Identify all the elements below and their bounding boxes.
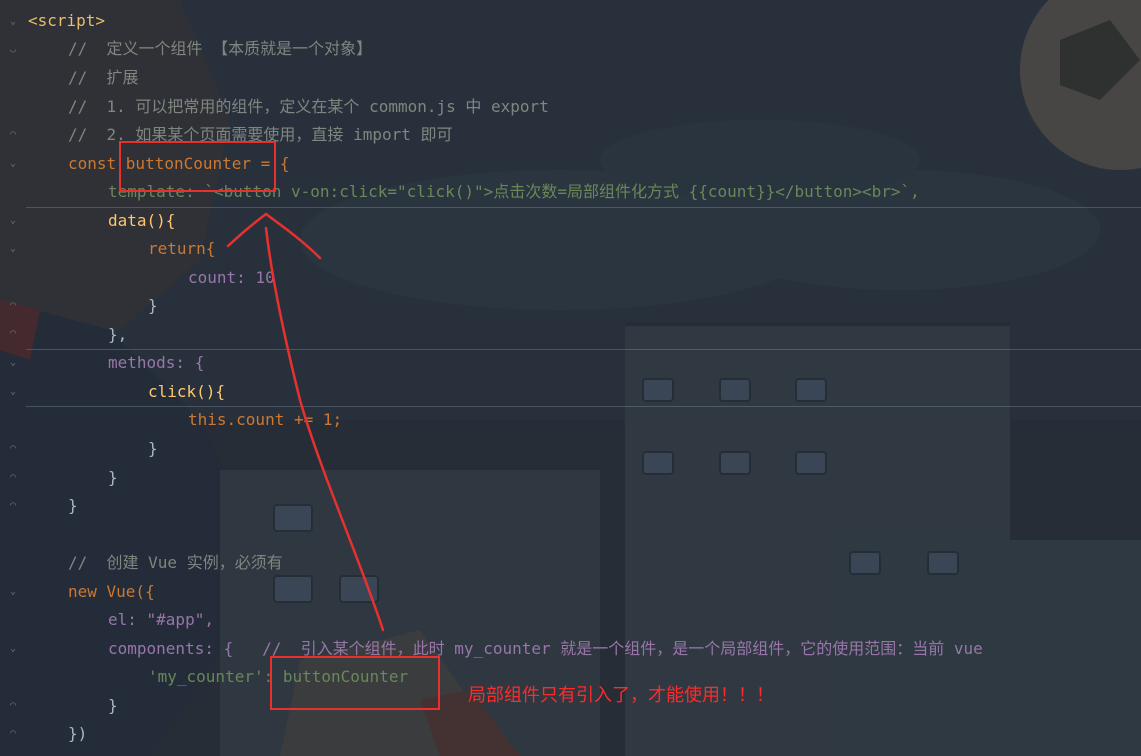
code-comment: // 1. 可以把常用的组件，定义在某个 common.js 中 export <box>68 97 549 116</box>
code-text: }, <box>108 325 128 344</box>
code-comment: // 扩展 <box>68 68 139 87</box>
code-text: methods: { <box>108 353 205 372</box>
code-line[interactable]: } <box>108 692 118 720</box>
code-line[interactable]: return{ <box>148 235 215 263</box>
code-line[interactable]: this.count += 1; <box>188 406 342 434</box>
code-text: data(){ <box>108 211 176 230</box>
code-line[interactable]: } <box>68 492 78 520</box>
code-editor[interactable]: <script> // 定义一个组件 【本质就是一个对象】 // 扩展 // 1… <box>0 0 1141 756</box>
code-text: } <box>108 696 118 715</box>
code-line[interactable]: // 扩展 <box>68 64 139 92</box>
code-comment: // 创建 Vue 实例，必须有 <box>68 553 283 572</box>
code-comment: // 定义一个组件 【本质就是一个对象】 <box>68 39 373 58</box>
code-line[interactable]: count: 10 <box>188 264 275 292</box>
code-text: return{ <box>148 239 216 258</box>
code-line[interactable]: }) <box>68 720 87 748</box>
code-line[interactable]: <script> <box>28 7 105 35</box>
code-text: } <box>68 496 78 515</box>
code-line[interactable]: } <box>148 292 158 320</box>
code-line[interactable]: // 定义一个组件 【本质就是一个对象】 <box>68 35 372 63</box>
code-line[interactable]: } <box>108 464 118 492</box>
code-text: click(){ <box>148 382 226 401</box>
code-line[interactable]: data(){ <box>108 207 175 235</box>
code-text: }) <box>68 724 88 743</box>
code-text: <script> <box>28 11 106 30</box>
code-text: components: { // 引入某个组件，此时 my_counter 就是… <box>108 639 983 658</box>
code-line[interactable]: click(){ <box>148 378 225 406</box>
code-line[interactable]: components: { // 引入某个组件，此时 my_counter 就是… <box>108 635 983 663</box>
code-line[interactable]: el: "#app", <box>108 606 214 634</box>
code-line[interactable]: new Vue({ <box>68 578 155 606</box>
code-line[interactable]: // 创建 Vue 实例，必须有 <box>68 549 283 577</box>
code-text: } <box>148 439 158 458</box>
code-text: count: 10 <box>188 268 275 287</box>
highlight-box-component-registration <box>270 656 440 710</box>
code-line[interactable]: methods: { <box>108 349 204 377</box>
code-text: el: "#app", <box>108 610 214 629</box>
annotation-note: 局部组件只有引入了，才能使用！！！ <box>468 685 774 706</box>
highlight-box-component-definition <box>119 141 276 192</box>
code-line[interactable]: // 1. 可以把常用的组件，定义在某个 common.js 中 export <box>68 93 549 121</box>
code-line[interactable]: }, <box>108 321 127 349</box>
code-text: new Vue({ <box>68 582 155 601</box>
code-text: this.count += 1; <box>188 410 343 429</box>
code-text: } <box>108 468 118 487</box>
code-text: } <box>148 296 158 315</box>
code-line[interactable]: } <box>148 435 158 463</box>
